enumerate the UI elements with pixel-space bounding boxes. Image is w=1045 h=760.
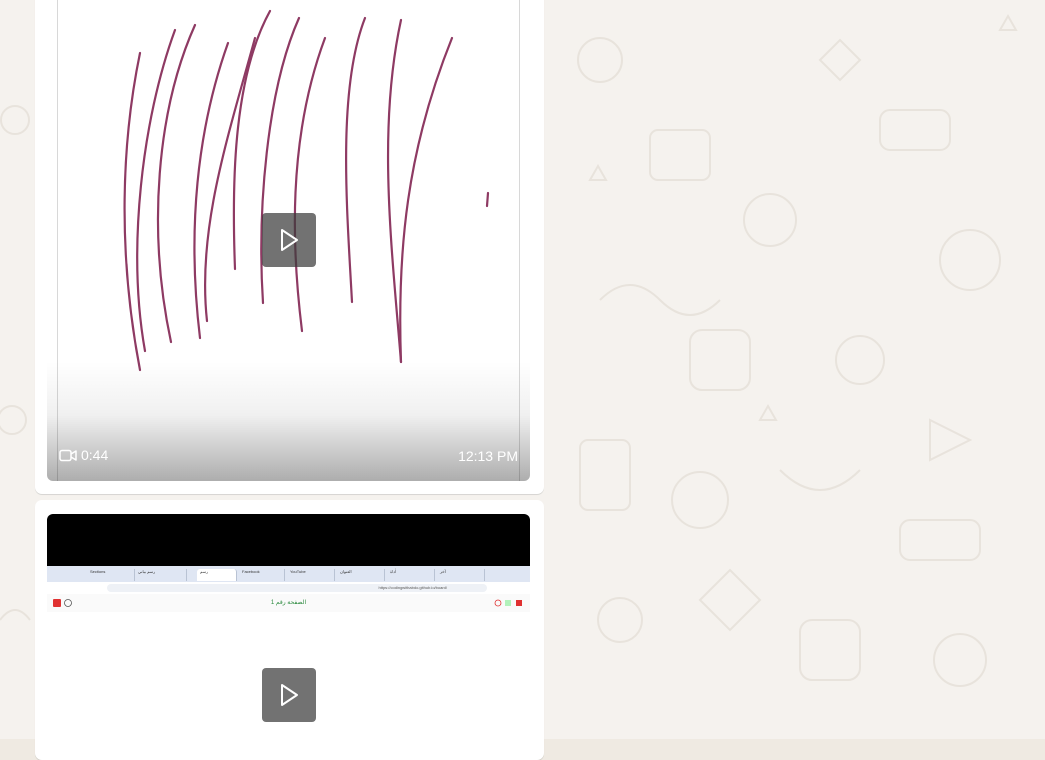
browser-tab: أداة bbox=[387, 569, 435, 581]
browser-tab: Facebook bbox=[239, 569, 285, 581]
browser-tab: رسم بياني bbox=[135, 569, 187, 581]
play-icon bbox=[281, 684, 298, 706]
web-page-title: الصفحة رقم 1 bbox=[270, 600, 307, 606]
video-thumbnail[interactable]: 0:44 12:13 PM bbox=[47, 0, 530, 481]
letterbox-bar bbox=[47, 514, 530, 566]
video-camera-icon bbox=[59, 449, 77, 461]
play-button[interactable] bbox=[262, 213, 316, 267]
browser-tab: العنوان bbox=[337, 569, 385, 581]
video-duration: 0:44 bbox=[59, 447, 108, 463]
duration-text: 0:44 bbox=[81, 447, 109, 463]
video-message-bubble[interactable]: 0:44 12:13 PM bbox=[35, 0, 544, 494]
browser-url: https://codingwithabdo.github.io/board/ bbox=[107, 584, 487, 592]
browser-tab: رسم bbox=[197, 569, 237, 581]
browser-tab: آخر bbox=[437, 569, 485, 581]
browser-tab-strip: Sections رسم بياني رسم Facebook YouTube … bbox=[47, 566, 530, 582]
browser-tab: Sections bbox=[87, 569, 135, 581]
web-app-toolbar: الصفحة رقم 1 bbox=[47, 594, 530, 612]
video-thumbnail[interactable]: Sections رسم بياني رسم Facebook YouTube … bbox=[47, 514, 530, 754]
play-button[interactable] bbox=[262, 668, 316, 722]
play-icon bbox=[281, 229, 298, 251]
app-controls-icon bbox=[494, 599, 522, 607]
message-timestamp: 12:13 PM bbox=[458, 448, 518, 464]
browser-tab: YouTube bbox=[287, 569, 335, 581]
video-message-bubble[interactable]: Sections رسم بياني رسم Facebook YouTube … bbox=[35, 500, 544, 760]
